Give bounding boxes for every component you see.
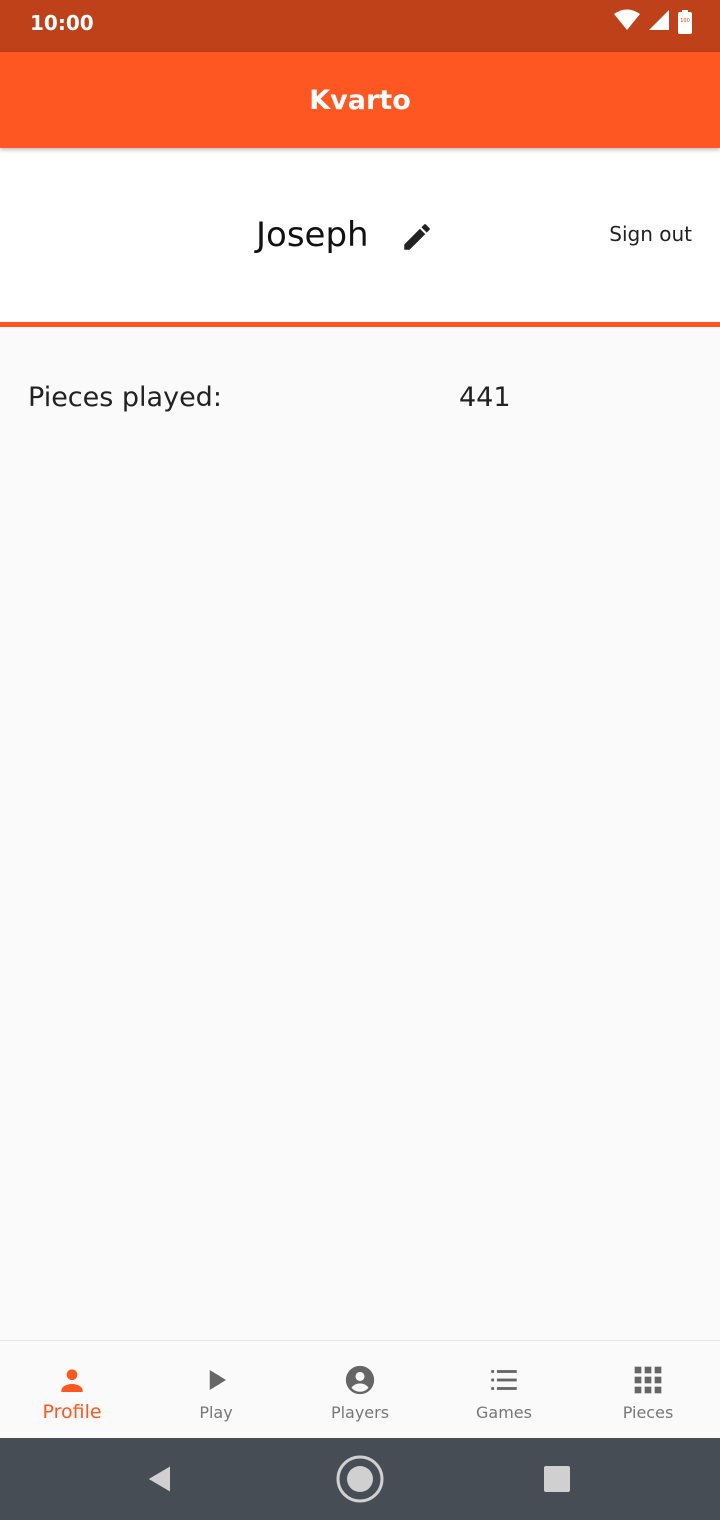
home-button[interactable] <box>310 1438 410 1520</box>
app-title: Kvarto <box>309 84 411 116</box>
app-bar: Kvarto <box>0 52 720 148</box>
battery-icon: 100 <box>678 10 692 34</box>
home-circle-icon <box>336 1455 384 1503</box>
pieces-played-value: 441 <box>459 382 511 413</box>
recents-button[interactable] <box>507 1438 607 1520</box>
nav-item-play[interactable]: Play <box>144 1341 288 1439</box>
sign-out-button[interactable]: Sign out <box>609 222 692 246</box>
status-bar: 10:00 100 <box>0 0 720 52</box>
status-time: 10:00 <box>30 11 94 35</box>
edit-name-button[interactable] <box>396 216 438 258</box>
nav-item-games[interactable]: Games <box>432 1341 576 1439</box>
nav-item-players[interactable]: Players <box>288 1341 432 1439</box>
divider <box>0 322 720 327</box>
system-navigation-bar <box>0 1438 720 1520</box>
nav-label-play: Play <box>199 1403 233 1422</box>
account-circle-icon <box>343 1363 377 1397</box>
player-name-container: Joseph <box>256 210 369 260</box>
player-name: Joseph <box>256 215 369 255</box>
nav-item-profile[interactable]: Profile <box>0 1341 144 1439</box>
nav-item-pieces[interactable]: Pieces <box>576 1341 720 1439</box>
person-icon <box>55 1363 89 1397</box>
bottom-navigation: Profile Play Players Games Pieces <box>0 1340 720 1439</box>
nav-label-games: Games <box>476 1403 532 1422</box>
grid-icon <box>631 1363 665 1397</box>
list-icon <box>487 1363 521 1397</box>
pieces-played-label: Pieces played: <box>28 382 222 413</box>
nav-label-profile: Profile <box>42 1401 102 1423</box>
battery-text: 100 <box>680 18 690 24</box>
nav-label-pieces: Pieces <box>622 1403 674 1422</box>
play-icon <box>199 1363 233 1397</box>
back-triangle-icon <box>148 1466 170 1492</box>
recents-square-icon <box>544 1466 570 1492</box>
back-button[interactable] <box>110 1438 210 1520</box>
pencil-icon <box>404 224 430 250</box>
cell-signal-icon <box>648 9 670 36</box>
status-icons: 100 <box>614 9 692 36</box>
nav-label-players: Players <box>330 1403 390 1422</box>
wifi-icon <box>614 9 640 36</box>
